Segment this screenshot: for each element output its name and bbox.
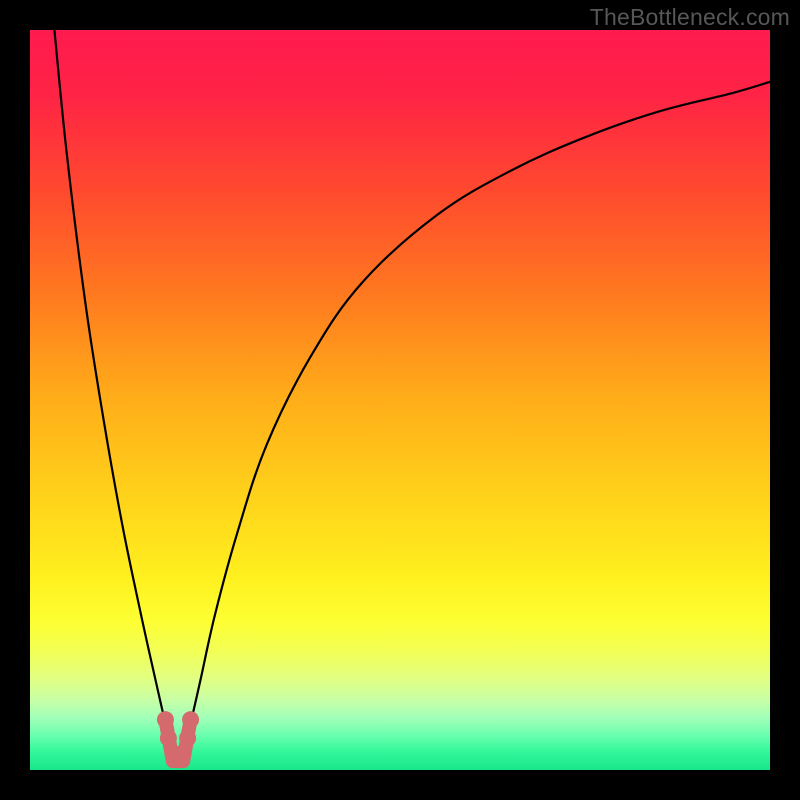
gradient-background [30, 30, 770, 770]
plot-area [30, 30, 770, 770]
chart-frame: TheBottleneck.com [0, 0, 800, 800]
marker-dot [179, 730, 196, 747]
plot-svg [30, 30, 770, 770]
marker-dot [175, 744, 192, 761]
watermark-label: TheBottleneck.com [590, 4, 790, 31]
marker-dot [157, 711, 174, 728]
marker-dot [182, 711, 199, 728]
marker-dot [160, 730, 177, 747]
